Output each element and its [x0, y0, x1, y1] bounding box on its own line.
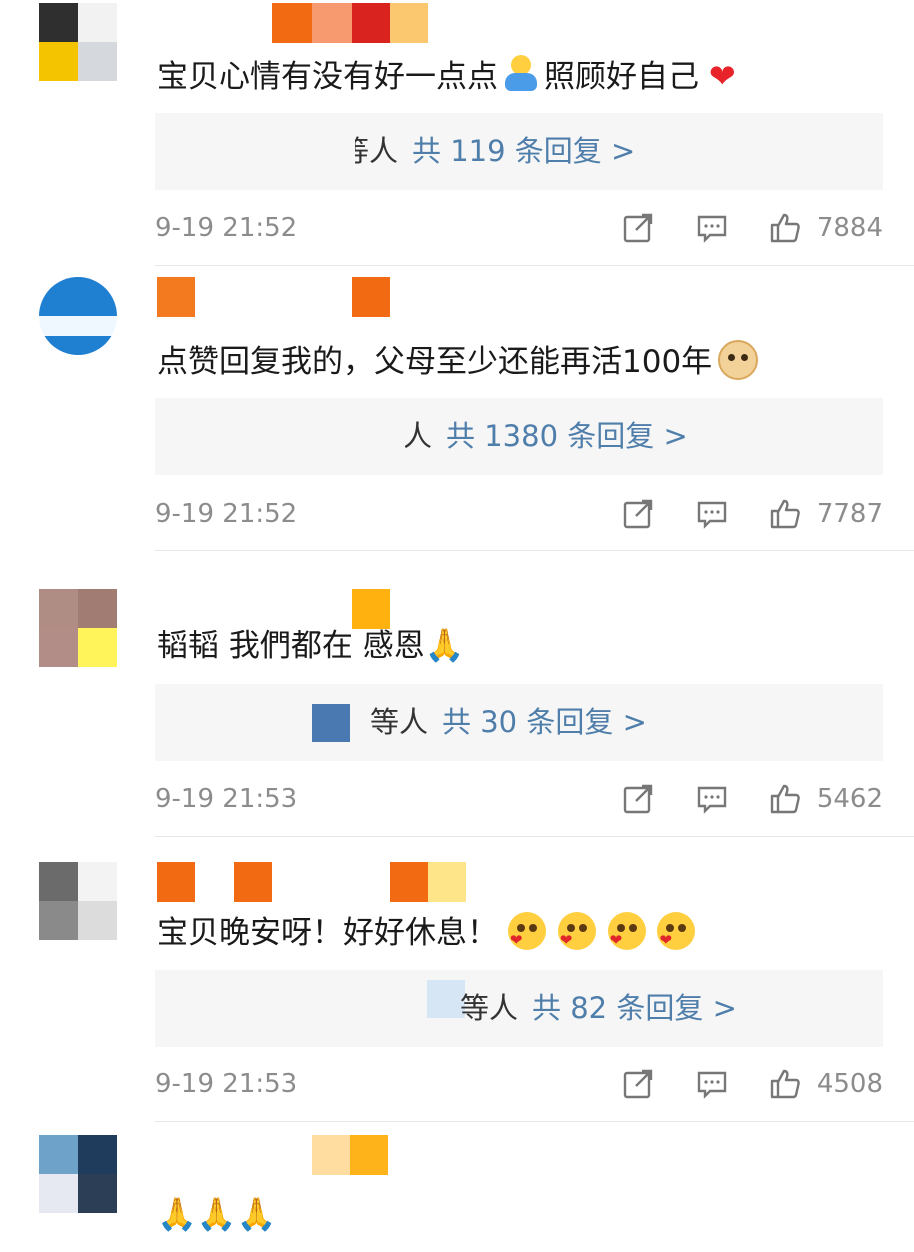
- doge-emoji-icon: [718, 340, 759, 380]
- thumbs-up-icon[interactable]: [769, 498, 801, 530]
- comment-meta: 9-19 21:53 5462: [155, 779, 883, 819]
- timestamp: 9-19 21:52: [155, 213, 298, 243]
- reply-users: 等人: [460, 991, 519, 1025]
- reply-summary[interactable]: 等人共 30 条回复 >: [155, 684, 883, 761]
- comment-text: 点赞回复我的，父母至少还能再活100年: [157, 340, 759, 382]
- heart-face-emoji-icon: ❤: [657, 912, 696, 950]
- share-icon[interactable]: [622, 212, 654, 244]
- comment-icon[interactable]: [696, 212, 728, 244]
- comment-icon[interactable]: [696, 783, 728, 815]
- timestamp: 9-19 21:53: [155, 1069, 298, 1099]
- avatar[interactable]: [39, 277, 117, 355]
- pray-emoji-icon: 🙏🙏🙏: [157, 1195, 277, 1233]
- share-icon[interactable]: [622, 1068, 654, 1100]
- avatar[interactable]: [39, 1135, 117, 1213]
- comment-meta: 9-19 21:52 7787: [155, 494, 883, 534]
- comment-meta: 9-19 21:53 4508: [155, 1064, 883, 1104]
- like-count: 4508: [816, 1069, 883, 1099]
- username[interactable]: [157, 3, 517, 43]
- reply-count-link[interactable]: 共 30 条回复 >: [442, 705, 647, 739]
- reply-count-link[interactable]: 共 119 条回复 >: [412, 134, 635, 168]
- reply-users: 等人: [370, 705, 429, 739]
- reply-count-link[interactable]: 共 82 条回复 >: [532, 991, 737, 1025]
- username[interactable]: [157, 589, 517, 629]
- comment-text: 宝贝心情有没有好一点点 照顾好自己 ❤: [157, 55, 736, 95]
- username[interactable]: [157, 1135, 517, 1175]
- username[interactable]: [157, 862, 517, 902]
- reply-count-link[interactable]: 共 1380 条回复 >: [446, 419, 688, 453]
- heart-face-emoji-icon: ❤: [607, 912, 646, 950]
- pray-emoji-icon: 🙏: [424, 626, 465, 664]
- reply-summary[interactable]: 等人共 119 条回复 >: [155, 113, 883, 190]
- like-count: 7884: [816, 213, 883, 243]
- thumbs-up-icon[interactable]: [769, 783, 801, 815]
- comment-icon[interactable]: [696, 1068, 728, 1100]
- thumbs-up-icon[interactable]: [769, 1068, 801, 1100]
- timestamp: 9-19 21:53: [155, 784, 298, 814]
- heart-face-emoji-icon: ❤: [507, 912, 546, 950]
- comment-feed: 宝贝心情有没有好一点点 照顾好自己 ❤ 等人共 119 条回复 > 9-19 21…: [0, 0, 914, 1252]
- heart-face-emoji-icon: ❤: [557, 912, 596, 950]
- reply-summary[interactable]: 等人共 82 条回复 >: [155, 970, 883, 1047]
- comment-icon[interactable]: [696, 498, 728, 530]
- username[interactable]: [157, 277, 517, 317]
- share-icon[interactable]: [622, 498, 654, 530]
- comment-text: 🙏🙏🙏: [157, 1194, 277, 1235]
- avatar[interactable]: [39, 3, 117, 81]
- thumbs-up-icon[interactable]: [769, 212, 801, 244]
- reply-summary[interactable]: 人共 1380 条回复 >: [155, 398, 883, 475]
- timestamp: 9-19 21:52: [155, 499, 298, 529]
- like-count: 5462: [816, 784, 883, 814]
- share-icon[interactable]: [622, 783, 654, 815]
- avatar[interactable]: [39, 862, 117, 940]
- comment-meta: 9-19 21:52 7884: [155, 208, 883, 248]
- reply-users: 人: [403, 419, 433, 453]
- heart-emoji-icon: ❤: [708, 57, 736, 95]
- avatar[interactable]: [39, 589, 117, 667]
- comment-text: 宝贝晚安呀！好好休息！ ❤ ❤ ❤ ❤: [157, 912, 697, 953]
- comment-text: 韬韬 我們都在 感恩🙏: [157, 626, 465, 664]
- like-count: 7787: [816, 499, 883, 529]
- hug-emoji-icon: [502, 55, 540, 93]
